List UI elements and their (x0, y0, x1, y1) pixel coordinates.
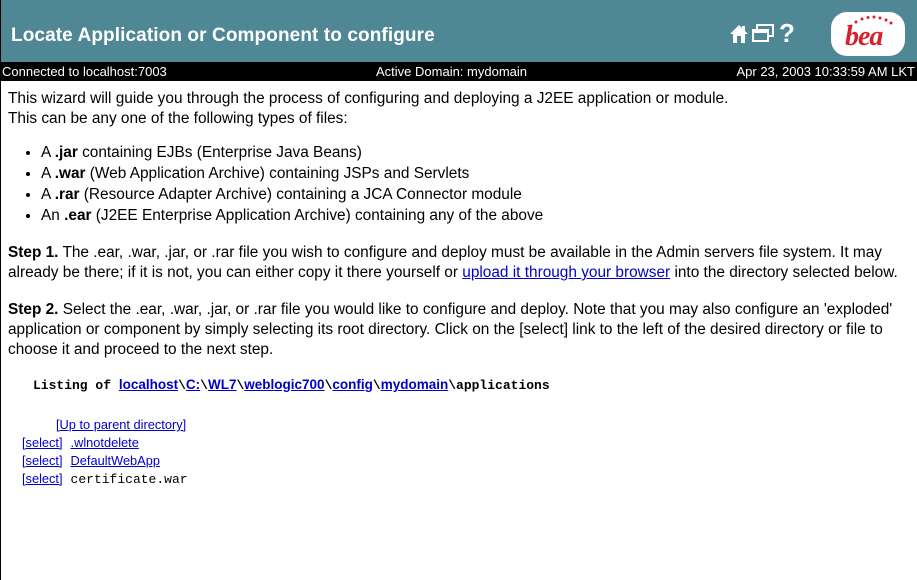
path-link-weblogic700[interactable]: weblogic700 (244, 377, 324, 392)
path-link-wl7[interactable]: WL7 (208, 377, 237, 392)
bea-logo: bea (831, 12, 905, 56)
path-link-c[interactable]: C: (186, 377, 200, 392)
parent-directory-link[interactable]: [Up to parent directory] (56, 417, 186, 432)
path-link-localhost[interactable]: localhost (119, 377, 178, 392)
main-content: This wizard will guide you through the p… (8, 89, 908, 488)
directory-path: Listing of localhost\C:\WL7\weblogic700\… (33, 377, 550, 393)
list-item: [select] .wlnotdelete (22, 434, 908, 452)
list-item: A .rar (Resource Adapter Archive) contai… (41, 185, 908, 205)
list-item: [select] certificate.war (22, 470, 908, 488)
select-link[interactable]: [select] (22, 471, 63, 486)
active-domain: Active Domain: mydomain (376, 64, 527, 79)
status-bar: Connected to localhost:7003 Active Domai… (1, 62, 917, 81)
upload-link[interactable]: upload it through your browser (462, 264, 670, 281)
list-item: [Up to parent directory] (22, 416, 908, 434)
window-icon[interactable] (752, 24, 774, 47)
step-1-label: Step 1. (8, 244, 59, 261)
select-link[interactable]: [select] (22, 435, 63, 450)
page-title: Locate Application or Component to confi… (11, 25, 435, 46)
entry-name: certificate.war (70, 472, 188, 487)
file-types-list: A .jar containing EJBs (Enterprise Java … (8, 143, 908, 226)
list-item: A .jar containing EJBs (Enterprise Java … (41, 143, 908, 163)
status-datetime: Apr 23, 2003 10:33:59 AM LKT (736, 64, 915, 79)
intro-text: This wizard will guide you through the p… (8, 90, 729, 127)
list-item: A .war (Web Application Archive) contain… (41, 164, 908, 184)
entry-link[interactable]: .wlnotdelete (71, 435, 139, 450)
list-item: An .ear (J2EE Enterprise Application Arc… (41, 206, 908, 226)
step-1: Step 1. The .ear, .war, .jar, or .rar fi… (8, 244, 898, 281)
step-2-label: Step 2. (8, 301, 59, 318)
wizard-header: Locate Application or Component to confi… (1, 0, 917, 62)
path-link-config[interactable]: config (332, 377, 373, 392)
home-icon[interactable] (729, 24, 749, 49)
entry-link[interactable]: DefaultWebApp (71, 453, 160, 468)
path-link-mydomain[interactable]: mydomain (381, 377, 449, 392)
list-item: [select] DefaultWebApp (22, 452, 908, 470)
select-link[interactable]: [select] (22, 453, 63, 468)
step-2: Step 2. Select the .ear, .war, .jar, or … (8, 301, 893, 358)
bea-logo-text: bea (845, 21, 883, 52)
connection-status: Connected to localhost:7003 (2, 64, 167, 79)
help-icon[interactable]: ? (779, 18, 795, 49)
directory-listing: [Up to parent directory] [select] .wlnotd… (22, 416, 908, 488)
